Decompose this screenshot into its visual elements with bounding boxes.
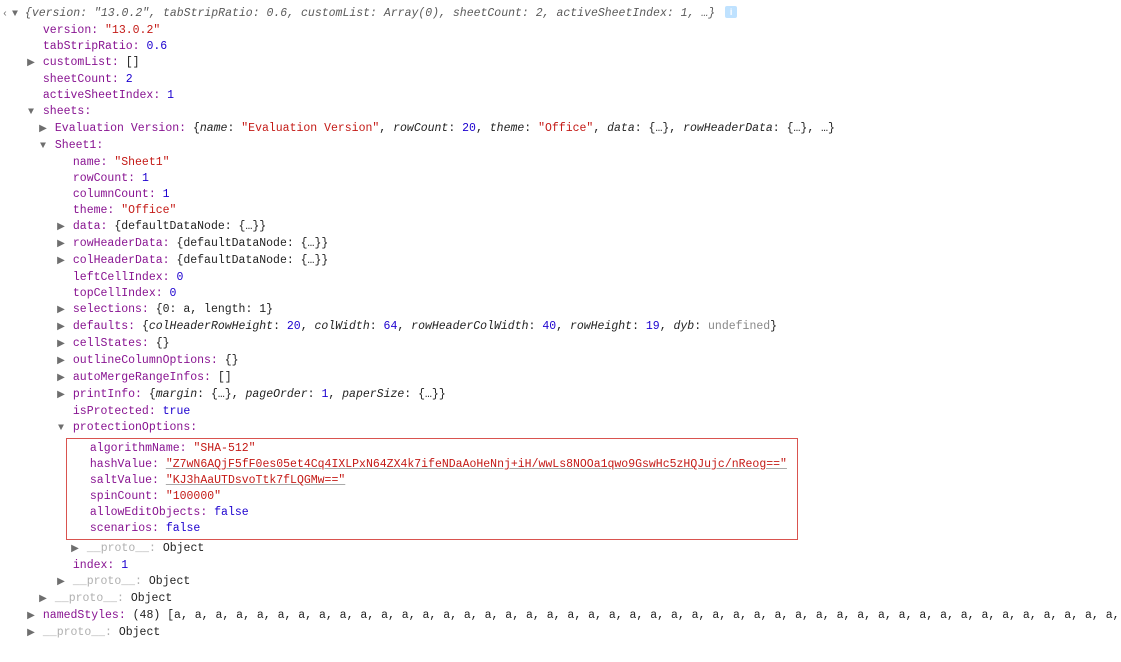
prop-prot-hashValue[interactable]: hashValue: "Z7wN6AQjF5fF0es05et4Cq4IXLPx…	[69, 457, 787, 473]
prop-sheet1-printInfo[interactable]: ▶ printInfo: {margin: {…}, pageOrder: 1,…	[0, 387, 1121, 404]
caret-right-icon[interactable]: ▶	[56, 320, 66, 336]
caret-right-icon[interactable]: ▶	[56, 220, 66, 236]
prop-sheet1-columnCount[interactable]: columnCount: 1	[0, 187, 1121, 203]
prop-sheet1-rowCount[interactable]: rowCount: 1	[0, 171, 1121, 187]
prop-sheet1-outlineColumnOptions[interactable]: ▶ outlineColumnOptions: {}	[0, 353, 1121, 370]
prop-sheet1-name[interactable]: name: "Sheet1"	[0, 155, 1121, 171]
caret-right-icon[interactable]: ▶	[26, 609, 36, 625]
prop-sheets[interactable]: ▼ sheets:	[0, 104, 1121, 121]
prop-customList[interactable]: ▶ customList: []	[0, 55, 1121, 72]
angle-icon: ‹	[0, 7, 10, 23]
prop-sheet1-protectionOptions[interactable]: ▼ protectionOptions:	[0, 420, 1121, 437]
prop-prot-scenarios[interactable]: scenarios: false	[69, 521, 787, 537]
caret-down-icon[interactable]: ▼	[26, 105, 36, 121]
caret-right-icon[interactable]: ▶	[26, 626, 36, 642]
prop-sheetCount[interactable]: sheetCount: 2	[0, 72, 1121, 88]
prop-sheet1-rowHeaderData[interactable]: ▶ rowHeaderData: {defaultDataNode: {…}}	[0, 236, 1121, 253]
prop-prot-spinCount[interactable]: spinCount: "100000"	[69, 489, 787, 505]
caret-right-icon[interactable]: ▶	[56, 388, 66, 404]
prop-sheet1-defaults[interactable]: ▶ defaults: {colHeaderRowHeight: 20, col…	[0, 319, 1121, 336]
prop-prot-saltValue[interactable]: saltValue: "KJ3hAaUTDsvoTtk7fLQGMw=="	[69, 473, 787, 489]
caret-right-icon[interactable]: ▶	[56, 337, 66, 353]
caret-right-icon[interactable]: ▶	[56, 303, 66, 319]
prop-sheets-proto[interactable]: ▶ __proto__: Object	[0, 591, 1121, 608]
prop-sheet1-theme[interactable]: theme: "Office"	[0, 203, 1121, 219]
caret-right-icon[interactable]: ▶	[56, 575, 66, 591]
caret-right-icon[interactable]: ▶	[56, 354, 66, 370]
prop-prot-proto[interactable]: ▶ __proto__: Object	[0, 541, 1121, 558]
prop-prot-allowEditObjects[interactable]: allowEditObjects: false	[69, 505, 787, 521]
info-icon[interactable]: i	[725, 6, 737, 18]
prop-sheet1[interactable]: ▼ Sheet1:	[0, 138, 1121, 155]
prop-sheet1-isProtected[interactable]: isProtected: true	[0, 404, 1121, 420]
root-object-row[interactable]: ‹▼ {version: "13.0.2", tabStripRatio: 0.…	[0, 6, 1121, 23]
prop-sheet1-autoMergeRangeInfos[interactable]: ▶ autoMergeRangeInfos: []	[0, 370, 1121, 387]
prop-activeSheetIndex[interactable]: activeSheetIndex: 1	[0, 88, 1121, 104]
prop-version[interactable]: version: "13.0.2"	[0, 23, 1121, 39]
caret-down-icon[interactable]: ▼	[10, 7, 20, 23]
caret-right-icon[interactable]: ▶	[26, 56, 36, 72]
prop-sheet1-data[interactable]: ▶ data: {defaultDataNode: {…}}	[0, 219, 1121, 236]
protection-options-highlight: algorithmName: "SHA-512" hashValue: "Z7w…	[0, 437, 1121, 541]
object-inspector: ‹▼ {version: "13.0.2", tabStripRatio: 0.…	[0, 0, 1121, 662]
caret-right-icon[interactable]: ▶	[38, 592, 48, 608]
caret-right-icon[interactable]: ▶	[56, 254, 66, 270]
caret-right-icon[interactable]: ▶	[38, 122, 48, 138]
prop-evaluation-version[interactable]: ▶ Evaluation Version: {name: "Evaluation…	[0, 121, 1121, 138]
caret-right-icon[interactable]: ▶	[70, 542, 80, 558]
prop-sheet1-cellStates[interactable]: ▶ cellStates: {}	[0, 336, 1121, 353]
prop-prot-algorithmName[interactable]: algorithmName: "SHA-512"	[69, 441, 787, 457]
caret-right-icon[interactable]: ▶	[56, 371, 66, 387]
prop-root-proto[interactable]: ▶ __proto__: Object	[0, 625, 1121, 642]
prop-sheet1-proto[interactable]: ▶ __proto__: Object	[0, 574, 1121, 591]
prop-sheet1-selections[interactable]: ▶ selections: {0: a, length: 1}	[0, 302, 1121, 319]
prop-sheet1-colHeaderData[interactable]: ▶ colHeaderData: {defaultDataNode: {…}}	[0, 253, 1121, 270]
prop-sheet1-topCellIndex[interactable]: topCellIndex: 0	[0, 286, 1121, 302]
prop-tabStripRatio[interactable]: tabStripRatio: 0.6	[0, 39, 1121, 55]
prop-namedStyles[interactable]: ▶ namedStyles: (48) [a, a, a, a, a, a, a…	[0, 608, 1121, 625]
caret-right-icon[interactable]: ▶	[56, 237, 66, 253]
prop-sheet1-index[interactable]: index: 1	[0, 558, 1121, 574]
prop-sheet1-leftCellIndex[interactable]: leftCellIndex: 0	[0, 270, 1121, 286]
caret-down-icon[interactable]: ▼	[38, 139, 48, 155]
caret-down-icon[interactable]: ▼	[56, 421, 66, 437]
